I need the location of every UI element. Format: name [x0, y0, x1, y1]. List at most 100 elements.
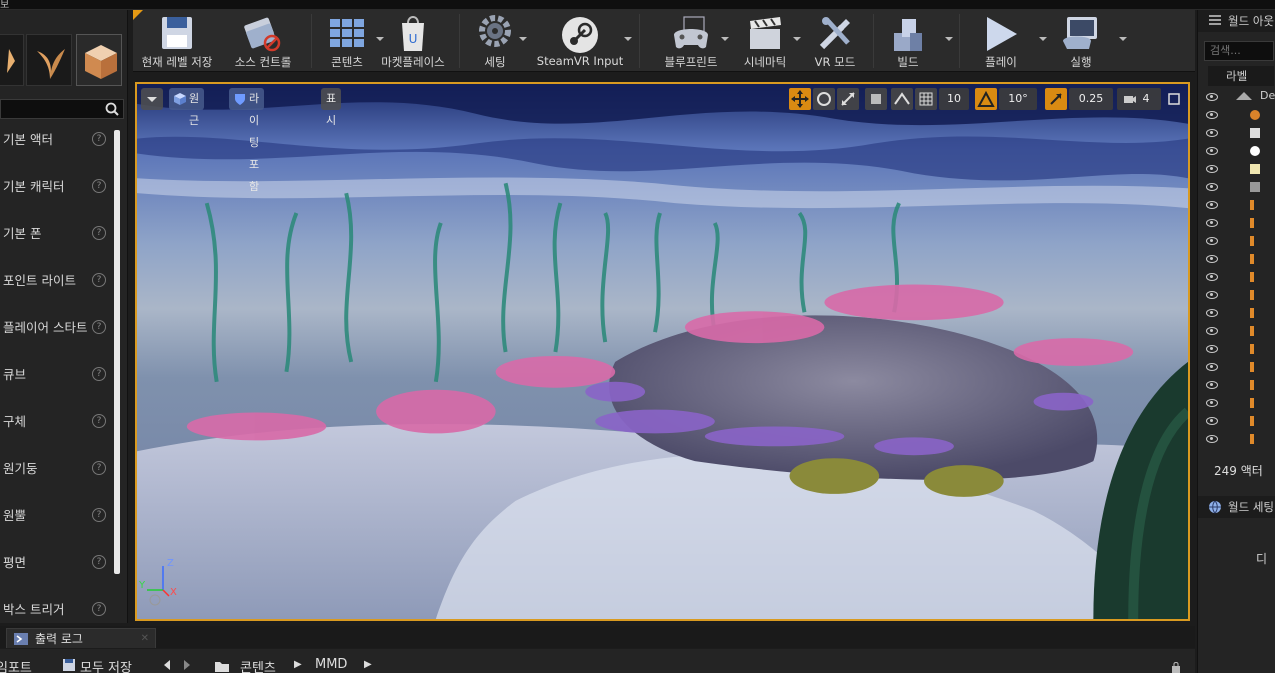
table-row[interactable] — [1198, 232, 1275, 250]
visibility-eye-icon[interactable] — [1206, 111, 1218, 119]
table-row[interactable] — [1198, 214, 1275, 232]
level-viewport[interactable]: 원근 라이팅포함 표시 10 10° 0.25 4 Z X Y — [135, 82, 1190, 621]
table-row[interactable] — [1198, 160, 1275, 178]
visibility-eye-icon[interactable] — [1206, 201, 1218, 209]
visibility-eye-icon[interactable] — [1206, 129, 1218, 137]
visibility-eye-icon[interactable] — [1206, 147, 1218, 155]
grid-snap-icon[interactable] — [915, 88, 937, 110]
list-item[interactable]: 원뿔? — [0, 492, 116, 539]
table-row[interactable] — [1198, 322, 1275, 340]
lock-icon[interactable] — [1170, 661, 1182, 673]
blueprints-button[interactable]: 블루프린트 — [647, 10, 735, 72]
table-row[interactable] — [1198, 358, 1275, 376]
table-row[interactable] — [1198, 124, 1275, 142]
show-flags-button[interactable]: 표시 — [321, 88, 342, 127]
table-row[interactable] — [1198, 430, 1275, 448]
chevron-down-icon[interactable] — [624, 37, 632, 41]
rotation-snap-icon[interactable] — [975, 88, 997, 110]
visibility-eye-icon[interactable] — [1206, 309, 1218, 317]
list-item[interactable]: 포인트 라이트? — [0, 257, 116, 304]
steamvr-input-button[interactable]: SteamVR Input — [535, 10, 632, 72]
visibility-eye-icon[interactable] — [1206, 363, 1218, 371]
help-icon[interactable]: ? — [92, 461, 106, 475]
settings-button[interactable]: 세팅 — [465, 10, 527, 72]
list-item[interactable]: 기본 액터? — [0, 116, 116, 163]
launch-button[interactable]: 실행 — [1049, 10, 1127, 72]
help-icon[interactable]: ? — [92, 273, 106, 287]
chevron-down-icon[interactable] — [945, 37, 953, 41]
help-icon[interactable]: ? — [92, 320, 106, 334]
chevron-down-icon[interactable] — [793, 37, 801, 41]
camera-speed-button[interactable]: 4 — [1117, 88, 1161, 110]
help-icon[interactable]: ? — [92, 414, 106, 428]
list-item[interactable]: 기본 폰? — [0, 210, 116, 257]
chevron-down-icon[interactable] — [1119, 37, 1127, 41]
help-icon[interactable]: ? — [92, 226, 106, 240]
chevron-down-icon[interactable] — [519, 37, 527, 41]
help-icon[interactable]: ? — [92, 508, 106, 522]
mode-foliage-icon[interactable] — [26, 34, 72, 86]
outliner-label-column[interactable]: 라벨 — [1208, 66, 1274, 86]
table-row[interactable] — [1198, 142, 1275, 160]
help-icon[interactable]: ? — [92, 555, 106, 569]
table-row[interactable] — [1198, 340, 1275, 358]
rotate-tool-icon[interactable] — [813, 88, 835, 110]
visibility-eye-icon[interactable] — [1206, 183, 1218, 191]
table-row[interactable] — [1198, 178, 1275, 196]
content-button[interactable]: 콘텐츠 — [317, 10, 377, 72]
help-icon[interactable]: ? — [92, 602, 106, 616]
table-row[interactable] — [1198, 268, 1275, 286]
surface-snap-icon[interactable] — [891, 88, 913, 110]
visibility-eye-icon[interactable] — [1206, 291, 1218, 299]
list-item[interactable]: 원기둥? — [0, 445, 116, 492]
play-button[interactable]: 플레이 — [969, 10, 1047, 72]
save-level-button[interactable]: 현재 레벨 저장 — [135, 10, 219, 72]
viewport-options-button[interactable] — [141, 88, 163, 110]
visibility-eye-icon[interactable] — [1206, 327, 1218, 335]
table-row[interactable] — [1198, 250, 1275, 268]
visibility-eye-icon[interactable] — [1206, 165, 1218, 173]
maximize-viewport-icon[interactable] — [1165, 88, 1183, 110]
table-row[interactable] — [1198, 376, 1275, 394]
table-row[interactable] — [1198, 394, 1275, 412]
visibility-eye-icon[interactable] — [1206, 399, 1218, 407]
world-local-toggle-icon[interactable] — [865, 88, 887, 110]
list-item[interactable]: 평면? — [0, 539, 116, 586]
table-row[interactable] — [1198, 196, 1275, 214]
visibility-eye-icon[interactable] — [1206, 93, 1218, 101]
table-row[interactable] — [1198, 412, 1275, 430]
help-icon[interactable]: ? — [92, 367, 106, 381]
table-row[interactable] — [1198, 304, 1275, 322]
list-item[interactable]: 큐브? — [0, 351, 116, 398]
world-outliner-tab[interactable]: 월드 아웃 — [1198, 10, 1275, 32]
scale-snap-icon[interactable] — [1045, 88, 1067, 110]
scale-snap-value[interactable]: 0.25 — [1069, 88, 1113, 110]
save-all-button[interactable]: 모두 저장 — [80, 657, 132, 673]
visibility-eye-icon[interactable] — [1206, 381, 1218, 389]
visibility-eye-icon[interactable] — [1206, 345, 1218, 353]
list-item[interactable]: 기본 캐릭터? — [0, 163, 116, 210]
build-button[interactable]: 빌드 — [879, 10, 953, 72]
table-row[interactable] — [1198, 106, 1275, 124]
mode-geometry-icon[interactable] — [76, 34, 122, 86]
visibility-eye-icon[interactable] — [1206, 237, 1218, 245]
list-item[interactable]: 플레이어 스타트? — [0, 304, 116, 351]
visibility-eye-icon[interactable] — [1206, 255, 1218, 263]
history-arrows-icon[interactable] — [162, 659, 192, 673]
list-item[interactable]: 구체? — [0, 398, 116, 445]
breadcrumb-content[interactable]: 콘텐츠 — [240, 657, 276, 673]
table-row[interactable]: De — [1198, 88, 1275, 106]
help-icon[interactable]: ? — [92, 132, 106, 146]
rotation-snap-value[interactable]: 10° — [999, 88, 1037, 110]
translate-tool-icon[interactable] — [789, 88, 811, 110]
help-icon[interactable]: ? — [92, 179, 106, 193]
table-row[interactable] — [1198, 286, 1275, 304]
chevron-down-icon[interactable] — [1039, 37, 1047, 41]
chevron-down-icon[interactable] — [721, 37, 729, 41]
mode-landscape-icon[interactable] — [0, 34, 24, 86]
vr-mode-button[interactable]: VR 모드 — [807, 10, 863, 72]
tab-output-log[interactable]: 출력 로그 ✕ — [6, 628, 156, 648]
visibility-eye-icon[interactable] — [1206, 273, 1218, 281]
scale-tool-icon[interactable] — [837, 88, 859, 110]
visibility-eye-icon[interactable] — [1206, 435, 1218, 443]
